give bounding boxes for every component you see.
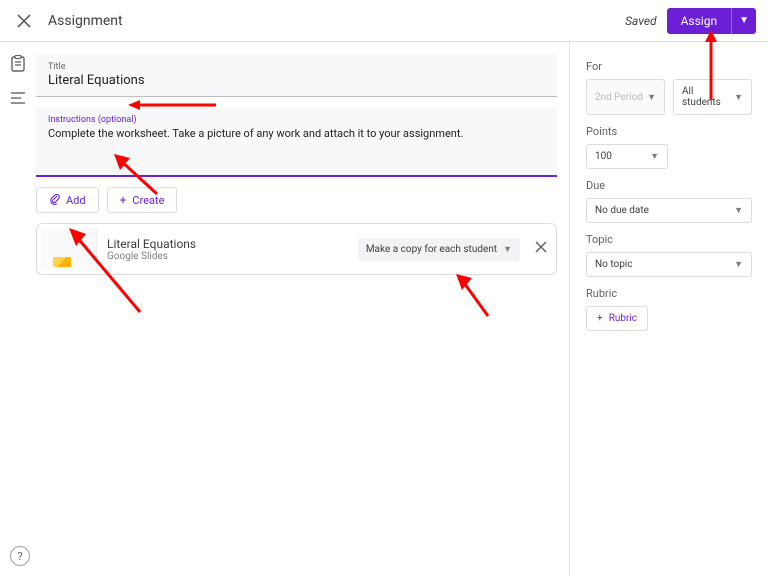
main-column: Title Literal Equations Instructions (op… [36, 42, 570, 576]
attachment-thumbnail[interactable] [41, 228, 97, 270]
chevron-down-icon: ▼ [734, 205, 743, 216]
rubric-button-label: Rubric [609, 313, 637, 324]
help-icon[interactable]: ? [10, 546, 30, 566]
close-icon[interactable] [12, 9, 36, 33]
points-select[interactable]: 100 ▼ [586, 144, 668, 169]
students-select[interactable]: All students▼ [673, 79, 752, 115]
rubric-label: Rubric [586, 287, 752, 300]
instructions-label: Instructions (optional) [48, 115, 545, 125]
assignment-tab-icon[interactable] [8, 54, 28, 74]
attachment-subtitle: Google Slides [107, 251, 358, 262]
sidebar: For 2nd Period▼ All students▼ Points 100… [570, 42, 768, 576]
assign-dropdown[interactable]: ▼ [731, 8, 756, 34]
add-button[interactable]: Add [36, 187, 99, 213]
attachment-title: Literal Equations [107, 237, 358, 251]
instructions-field[interactable]: Instructions (optional) Complete the wor… [36, 107, 557, 177]
attachment-icon [49, 193, 60, 207]
text-tab-icon[interactable] [8, 88, 28, 108]
class-select[interactable]: 2nd Period ▼ [586, 79, 665, 115]
rubric-button[interactable]: + Rubric [586, 306, 648, 331]
points-label: Points [586, 125, 752, 138]
create-button-label: Create [132, 194, 164, 207]
title-field[interactable]: Title Literal Equations [36, 54, 557, 97]
remove-attachment-icon[interactable] [526, 241, 556, 257]
title-value: Literal Equations [48, 72, 545, 88]
chevron-down-icon: ▼ [734, 92, 743, 103]
due-select[interactable]: No due date ▼ [586, 198, 752, 223]
topbar: Assignment Saved Assign ▼ [0, 0, 768, 42]
due-label: Due [586, 179, 752, 192]
class-select-value: 2nd Period [595, 92, 643, 103]
attachment-option-label: Make a copy for each student [366, 244, 497, 255]
assign-button[interactable]: Assign [667, 8, 732, 34]
create-button[interactable]: + Create [107, 187, 178, 213]
attachment-card: Literal Equations Google Slides Make a c… [36, 223, 557, 275]
title-label: Title [48, 62, 545, 72]
chevron-down-icon: ▼ [503, 244, 512, 255]
plus-icon: + [597, 313, 603, 324]
chevron-down-icon: ▼ [647, 92, 656, 103]
chevron-down-icon: ▼ [650, 151, 659, 162]
topic-select[interactable]: No topic ▼ [586, 252, 752, 277]
add-button-label: Add [66, 194, 86, 207]
saved-status: Saved [625, 14, 656, 28]
plus-icon: + [120, 194, 127, 206]
due-value: No due date [595, 205, 649, 216]
for-label: For [586, 60, 752, 73]
students-select-value: All students [682, 86, 734, 108]
points-value: 100 [595, 151, 612, 162]
left-rail [0, 42, 36, 576]
topic-label: Topic [586, 233, 752, 246]
attachment-option-select[interactable]: Make a copy for each student ▼ [358, 238, 520, 261]
chevron-down-icon: ▼ [734, 259, 743, 270]
instructions-value: Complete the worksheet. Take a picture o… [48, 125, 545, 157]
topic-value: No topic [595, 259, 632, 270]
page-title: Assignment [48, 13, 625, 29]
